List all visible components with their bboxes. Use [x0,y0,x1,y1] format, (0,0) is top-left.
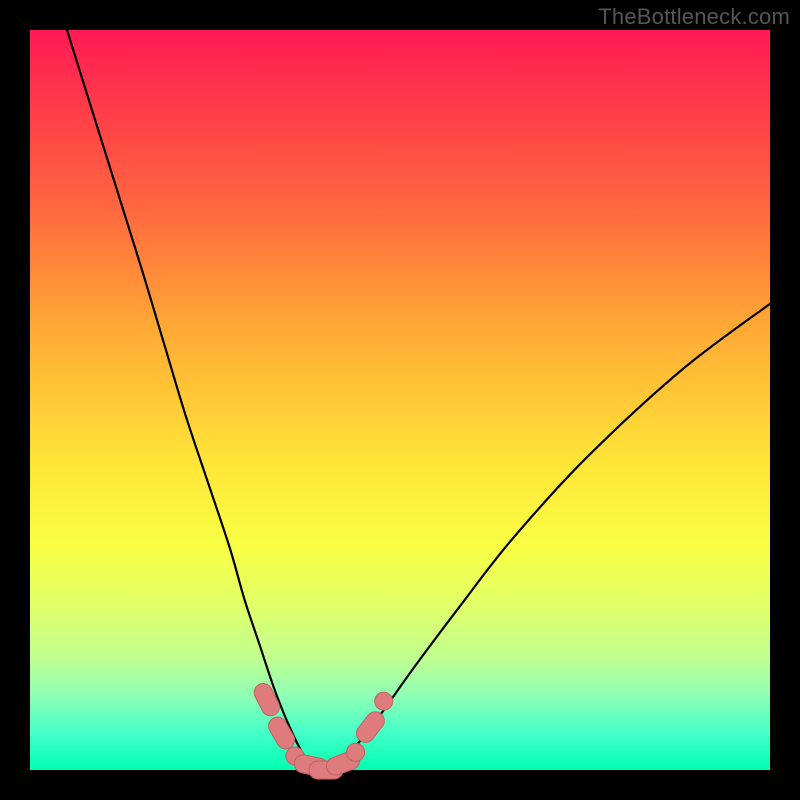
curve-markers [251,680,393,779]
watermark-text: TheBottleneck.com [598,4,790,30]
chart-overlay [30,30,770,770]
marker-dot [347,743,365,761]
marker-dot [375,692,393,710]
marker-capsule [353,708,388,746]
bottleneck-curve [67,30,770,772]
chart-frame: TheBottleneck.com [0,0,800,800]
curve-path [67,30,770,772]
